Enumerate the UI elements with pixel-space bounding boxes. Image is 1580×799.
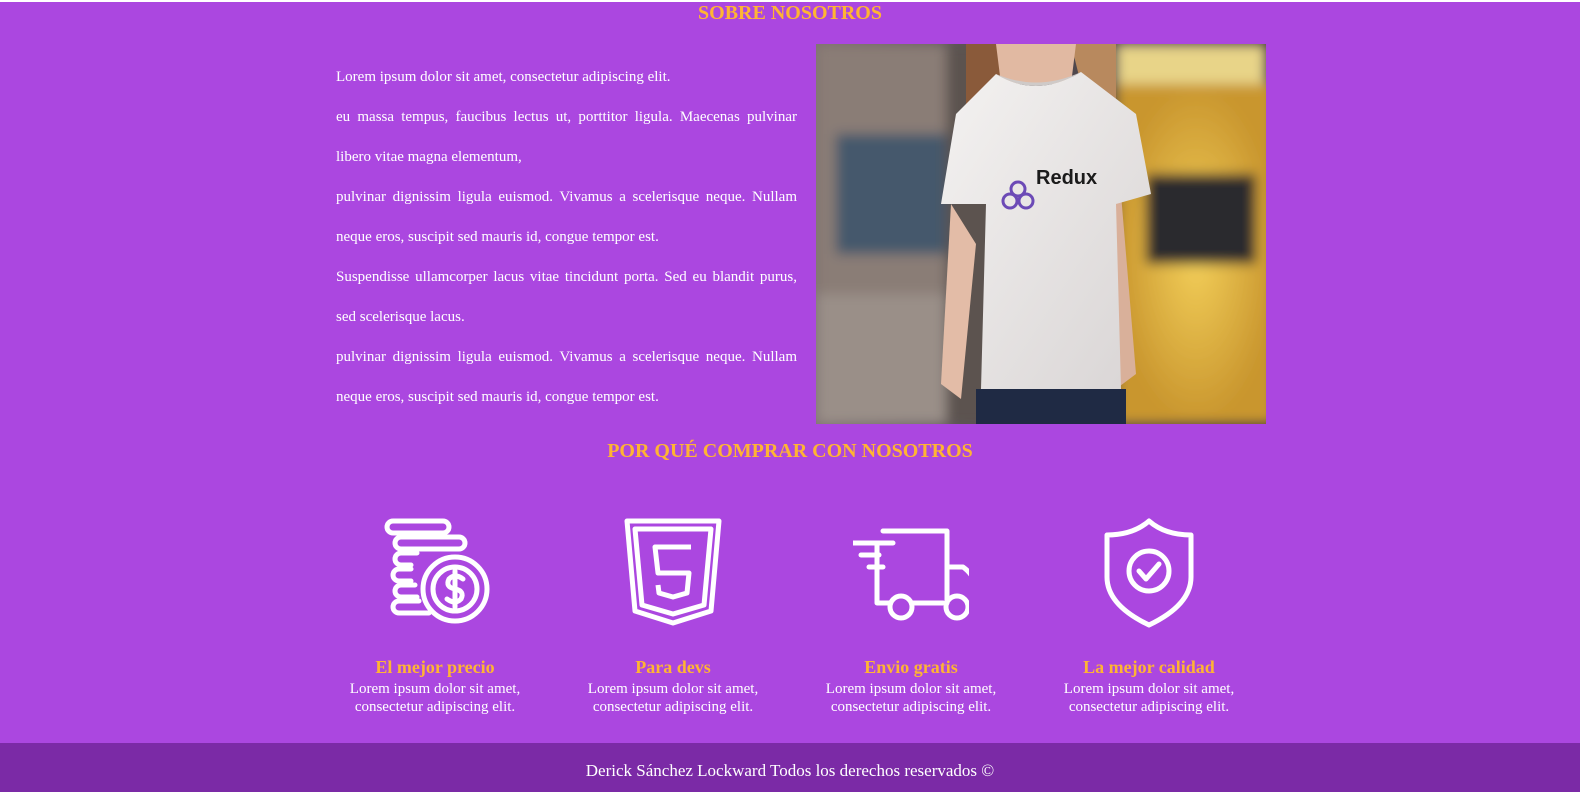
tshirt-model-image: Redux <box>816 44 1266 424</box>
feature-text: Lorem ipsum dolor sit amet, consectetur … <box>1063 681 1235 715</box>
about-paragraph: pulvinar dignissim ligula euismod. Vivam… <box>336 349 797 405</box>
about-paragraph: Lorem ipsum dolor sit amet, consectetur … <box>336 69 671 85</box>
footer: Derick Sánchez Lockward Todos los derech… <box>0 743 1580 792</box>
feature-title: Para devs <box>635 657 711 677</box>
delivery-truck-icon <box>853 528 969 621</box>
coins-dollar-icon <box>384 518 490 624</box>
footer-copyright: Derick Sánchez Lockward Todos los derech… <box>585 761 995 780</box>
html5-icon <box>624 518 722 626</box>
about-title: SOBRE NOSOTROS <box>698 2 882 24</box>
feature-text: Lorem ipsum dolor sit amet, consectetur … <box>587 681 759 715</box>
about-paragraph: Suspendisse ullamcorper lacus vitae tinc… <box>336 269 797 325</box>
shirt-brand-text: Redux <box>1036 167 1097 189</box>
feature-title: La mejor calidad <box>1083 657 1215 677</box>
page: SOBRE NOSOTROS Lorem ipsum dolor sit ame… <box>0 2 1580 792</box>
feature-title: Envio gratis <box>864 657 958 677</box>
features-row: El mejor precio Lorem ipsum dolor sit am… <box>317 507 1267 727</box>
feature-title: El mejor precio <box>375 657 495 677</box>
why-title: POR QUÉ COMPRAR CON NOSOTROS <box>607 440 973 462</box>
feature-text: Lorem ipsum dolor sit amet, consectetur … <box>825 681 997 715</box>
about-paragraph: pulvinar dignissim ligula euismod. Vivam… <box>336 189 797 245</box>
about-paragraph: eu massa tempus, faucibus lectus ut, por… <box>336 109 797 165</box>
shield-check-icon <box>1104 518 1194 628</box>
about-text: Lorem ipsum dolor sit amet, consectetur … <box>336 57 797 417</box>
feature-text: Lorem ipsum dolor sit amet, consectetur … <box>349 681 521 715</box>
